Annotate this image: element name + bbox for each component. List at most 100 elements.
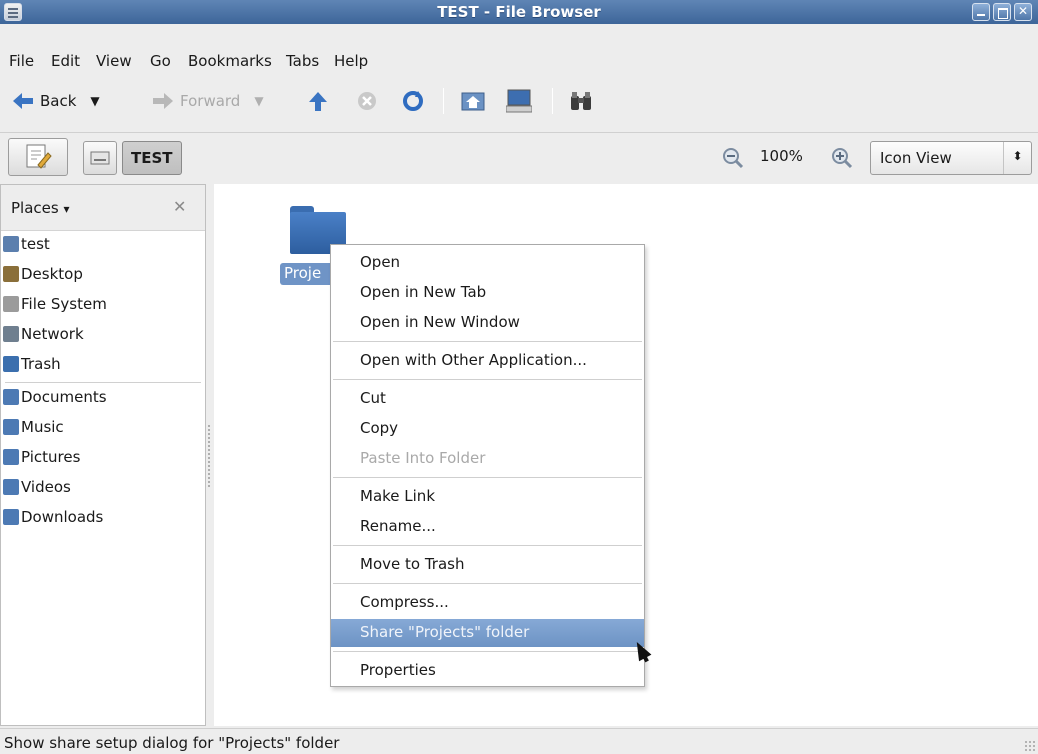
menu-item-open-new-window[interactable]: Open in New Window bbox=[331, 309, 644, 337]
sidebar-header: Places ▾ ✕ bbox=[1, 185, 205, 231]
trash-icon bbox=[3, 356, 19, 372]
status-bar: Show share setup dialog for "Projects" f… bbox=[0, 728, 1038, 754]
sidebar-type-dropdown[interactable]: Places ▾ bbox=[11, 199, 70, 217]
sidebar-item-music[interactable]: Music bbox=[1, 415, 205, 443]
back-history-chevron-icon[interactable]: ▼ bbox=[90, 94, 99, 108]
computer-button[interactable] bbox=[506, 84, 532, 118]
menu-item-cut[interactable]: Cut bbox=[331, 385, 644, 413]
back-button[interactable]: Back ▼ bbox=[12, 84, 100, 118]
up-button[interactable] bbox=[307, 84, 329, 118]
chevron-down-icon: ▾ bbox=[63, 202, 70, 216]
menu-bar: File Edit View Go Bookmarks Tabs Help bbox=[0, 24, 1038, 76]
menu-separator bbox=[333, 583, 642, 584]
forward-button[interactable]: Forward ▼ bbox=[152, 84, 264, 118]
binoculars-icon bbox=[571, 92, 591, 110]
drive-icon bbox=[90, 151, 110, 165]
places-sidebar: Places ▾ ✕ test Desktop File System Netw… bbox=[0, 184, 206, 726]
sidebar-item-test[interactable]: test bbox=[1, 232, 205, 260]
sidebar-item-desktop[interactable]: Desktop bbox=[1, 262, 205, 290]
reload-button[interactable] bbox=[401, 84, 425, 118]
forward-history-chevron-icon[interactable]: ▼ bbox=[254, 94, 263, 108]
zoom-in-icon[interactable] bbox=[831, 147, 853, 173]
folder-name[interactable]: Proje bbox=[280, 263, 336, 285]
menu-item-paste-into-folder: Paste Into Folder bbox=[360, 449, 486, 467]
stop-icon bbox=[358, 92, 376, 110]
sidebar-item-label: Music bbox=[21, 418, 64, 436]
network-icon bbox=[3, 326, 19, 342]
documents-folder-icon bbox=[3, 389, 19, 405]
sidebar-item-documents[interactable]: Documents bbox=[1, 385, 205, 413]
sidebar-item-label: Documents bbox=[21, 388, 107, 406]
menu-item-open-with[interactable]: Open with Other Application... bbox=[331, 347, 644, 375]
menu-separator bbox=[333, 379, 642, 380]
window-title: TEST - File Browser bbox=[437, 3, 601, 21]
sidebar-item-trash[interactable]: Trash bbox=[1, 352, 205, 380]
maximize-button[interactable] bbox=[993, 3, 1011, 21]
menu-bookmarks[interactable]: Bookmarks bbox=[188, 52, 272, 70]
menu-separator bbox=[333, 651, 642, 652]
menu-help[interactable]: Help bbox=[334, 52, 368, 70]
close-window-button[interactable] bbox=[1014, 3, 1032, 21]
updown-chevron-icon: ⬍ bbox=[1003, 142, 1031, 174]
status-text: Show share setup dialog for "Projects" f… bbox=[4, 734, 340, 752]
zoom-out-icon[interactable] bbox=[722, 147, 744, 173]
zoom-level: 100% bbox=[760, 147, 803, 165]
desktop-icon bbox=[3, 266, 19, 282]
menu-edit[interactable]: Edit bbox=[51, 52, 80, 70]
search-button[interactable] bbox=[569, 84, 593, 118]
menu-view[interactable]: View bbox=[96, 52, 132, 70]
downloads-folder-icon bbox=[3, 509, 19, 525]
videos-folder-icon bbox=[3, 479, 19, 495]
home-button[interactable] bbox=[461, 84, 485, 118]
view-mode-value: Icon View bbox=[880, 149, 952, 167]
menu-separator bbox=[333, 477, 642, 478]
computer-icon bbox=[506, 89, 532, 113]
menu-item-copy[interactable]: Copy bbox=[331, 415, 644, 443]
sidebar-item-network[interactable]: Network bbox=[1, 322, 205, 350]
sidebar-item-label: Desktop bbox=[21, 265, 83, 283]
music-folder-icon bbox=[3, 419, 19, 435]
context-menu: Open Open in New Tab Open in New Window … bbox=[330, 244, 645, 687]
sidebar-item-file-system[interactable]: File System bbox=[1, 292, 205, 320]
pictures-folder-icon bbox=[3, 449, 19, 465]
sidebar-item-pictures[interactable]: Pictures bbox=[1, 445, 205, 473]
reload-icon bbox=[403, 91, 423, 111]
menu-separator bbox=[333, 341, 642, 342]
menu-item-compress[interactable]: Compress... bbox=[331, 589, 644, 617]
sidebar-item-label: test bbox=[21, 235, 50, 253]
back-arrow-icon bbox=[13, 93, 33, 109]
menu-item-properties[interactable]: Properties bbox=[331, 657, 644, 685]
close-sidebar-icon[interactable]: ✕ bbox=[173, 197, 186, 216]
menu-item-move-to-trash[interactable]: Move to Trash bbox=[331, 551, 644, 579]
sidebar-item-label: Pictures bbox=[21, 448, 81, 466]
forward-label: Forward bbox=[180, 92, 241, 110]
resize-grip-icon[interactable] bbox=[1024, 740, 1036, 752]
drive-location-button[interactable] bbox=[83, 141, 117, 175]
minimize-button[interactable] bbox=[972, 3, 990, 21]
edit-location-icon bbox=[26, 144, 52, 169]
sidebar-resize-handle[interactable] bbox=[207, 424, 211, 488]
sidebar-item-label: Network bbox=[21, 325, 84, 343]
menu-item-open[interactable]: Open bbox=[331, 249, 644, 277]
sidebar-item-downloads[interactable]: Downloads bbox=[1, 505, 205, 533]
sidebar-item-videos[interactable]: Videos bbox=[1, 475, 205, 503]
menu-file[interactable]: File bbox=[9, 52, 34, 70]
view-mode-select[interactable]: Icon View ⬍ bbox=[870, 141, 1032, 175]
back-label: Back bbox=[40, 92, 77, 110]
stop-button[interactable] bbox=[356, 84, 378, 118]
drive-icon bbox=[3, 296, 19, 312]
menu-item-share-folder[interactable]: Share "Projects" folder bbox=[331, 619, 644, 647]
edit-location-button[interactable] bbox=[8, 138, 68, 176]
menu-item-open-new-tab[interactable]: Open in New Tab bbox=[331, 279, 644, 307]
toolbar: Back ▼ Forward ▼ bbox=[0, 84, 1038, 124]
home-folder-icon bbox=[461, 92, 485, 111]
menu-item-rename[interactable]: Rename... bbox=[331, 513, 644, 541]
sidebar-item-label: File System bbox=[21, 295, 107, 313]
menu-item-make-link[interactable]: Make Link bbox=[331, 483, 644, 511]
menu-separator bbox=[333, 545, 642, 546]
menu-go[interactable]: Go bbox=[150, 52, 171, 70]
menu-tabs[interactable]: Tabs bbox=[286, 52, 319, 70]
sidebar-header-label: Places bbox=[11, 199, 59, 217]
forward-arrow-icon bbox=[153, 93, 173, 109]
path-button-test[interactable]: TEST bbox=[122, 141, 182, 175]
